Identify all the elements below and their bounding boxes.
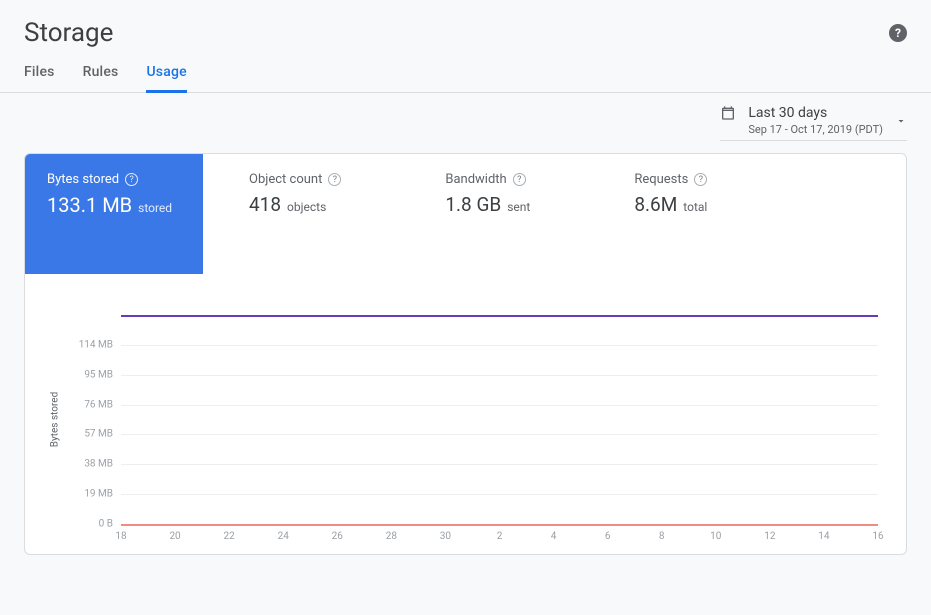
metric-value: 8.6M [634, 193, 677, 216]
info-icon[interactable]: ? [694, 173, 707, 186]
tab-usage[interactable]: Usage [146, 64, 186, 93]
tab-rules[interactable]: Rules [83, 64, 119, 92]
tabs: Files Rules Usage [0, 52, 931, 93]
x-tick-label: 8 [659, 531, 665, 542]
y-tick-label: 38 MB [84, 459, 113, 470]
tab-files[interactable]: Files [24, 64, 55, 92]
x-tick-label: 14 [818, 531, 829, 542]
gridline [121, 345, 878, 346]
chart-series-line [121, 524, 878, 526]
gridline [121, 405, 878, 406]
x-tick-label: 12 [764, 531, 775, 542]
x-tick-label: 16 [872, 531, 883, 542]
date-range-label: Last 30 days [748, 105, 883, 121]
y-tick-label: 19 MB [84, 489, 113, 500]
metric-bandwidth[interactable]: Bandwidth ? 1.8 GB sent [423, 154, 552, 274]
date-range-selector[interactable]: Last 30 days Sep 17 - Oct 17, 2019 (PDT) [720, 105, 907, 141]
metric-suffix: objects [287, 200, 326, 214]
chart-series-line [121, 315, 878, 317]
metric-value: 133.1 MB [47, 193, 132, 217]
x-tick-label: 30 [440, 531, 451, 542]
usage-card: Bytes stored ? 133.1 MB stored Object co… [24, 153, 907, 555]
metric-label: Bandwidth [445, 172, 506, 187]
x-tick-label: 10 [710, 531, 721, 542]
x-tick-label: 6 [605, 531, 611, 542]
page-title: Storage [24, 18, 113, 48]
gridline [121, 494, 878, 495]
y-tick-label: 95 MB [84, 369, 113, 380]
gridline [121, 375, 878, 376]
metric-label: Object count [249, 172, 322, 187]
metrics-row: Bytes stored ? 133.1 MB stored Object co… [25, 154, 906, 274]
y-tick-label: 0 B [99, 519, 113, 530]
x-tick-label: 26 [332, 531, 343, 542]
chart-y-axis-label: Bytes stored [50, 392, 61, 447]
y-tick-label: 114 MB [79, 339, 113, 350]
metric-suffix: sent [507, 200, 530, 214]
info-icon[interactable]: ? [513, 173, 526, 186]
x-tick-label: 18 [115, 531, 126, 542]
info-icon[interactable]: ? [125, 173, 138, 186]
metric-object-count[interactable]: Object count ? 418 objects [227, 154, 363, 274]
metric-value: 418 [249, 193, 281, 216]
y-tick-label: 57 MB [84, 429, 113, 440]
x-tick-label: 2 [497, 531, 503, 542]
x-tick-label: 20 [169, 531, 180, 542]
y-tick-label: 76 MB [84, 399, 113, 410]
help-icon[interactable]: ? [889, 24, 907, 42]
metric-suffix: total [683, 200, 707, 214]
usage-chart: Bytes stored 0 B 19 MB 38 MB 57 MB 76 MB 95 M… [25, 274, 906, 554]
metric-suffix: stored [138, 201, 172, 215]
info-icon[interactable]: ? [328, 173, 341, 186]
metric-label: Requests [634, 172, 688, 187]
date-range-sub: Sep 17 - Oct 17, 2019 (PDT) [748, 123, 883, 136]
metric-bytes-stored[interactable]: Bytes stored ? 133.1 MB stored [25, 154, 203, 274]
gridline [121, 464, 878, 465]
x-tick-label: 28 [386, 531, 397, 542]
chevron-down-icon [895, 115, 907, 127]
x-tick-label: 22 [224, 531, 235, 542]
x-tick-label: 24 [278, 531, 289, 542]
calendar-icon [720, 105, 736, 121]
gridline [121, 434, 878, 435]
metric-requests[interactable]: Requests ? 8.6M total [612, 154, 729, 274]
x-tick-label: 4 [551, 531, 557, 542]
metric-label: Bytes stored [47, 172, 119, 187]
metric-value: 1.8 GB [445, 193, 501, 216]
